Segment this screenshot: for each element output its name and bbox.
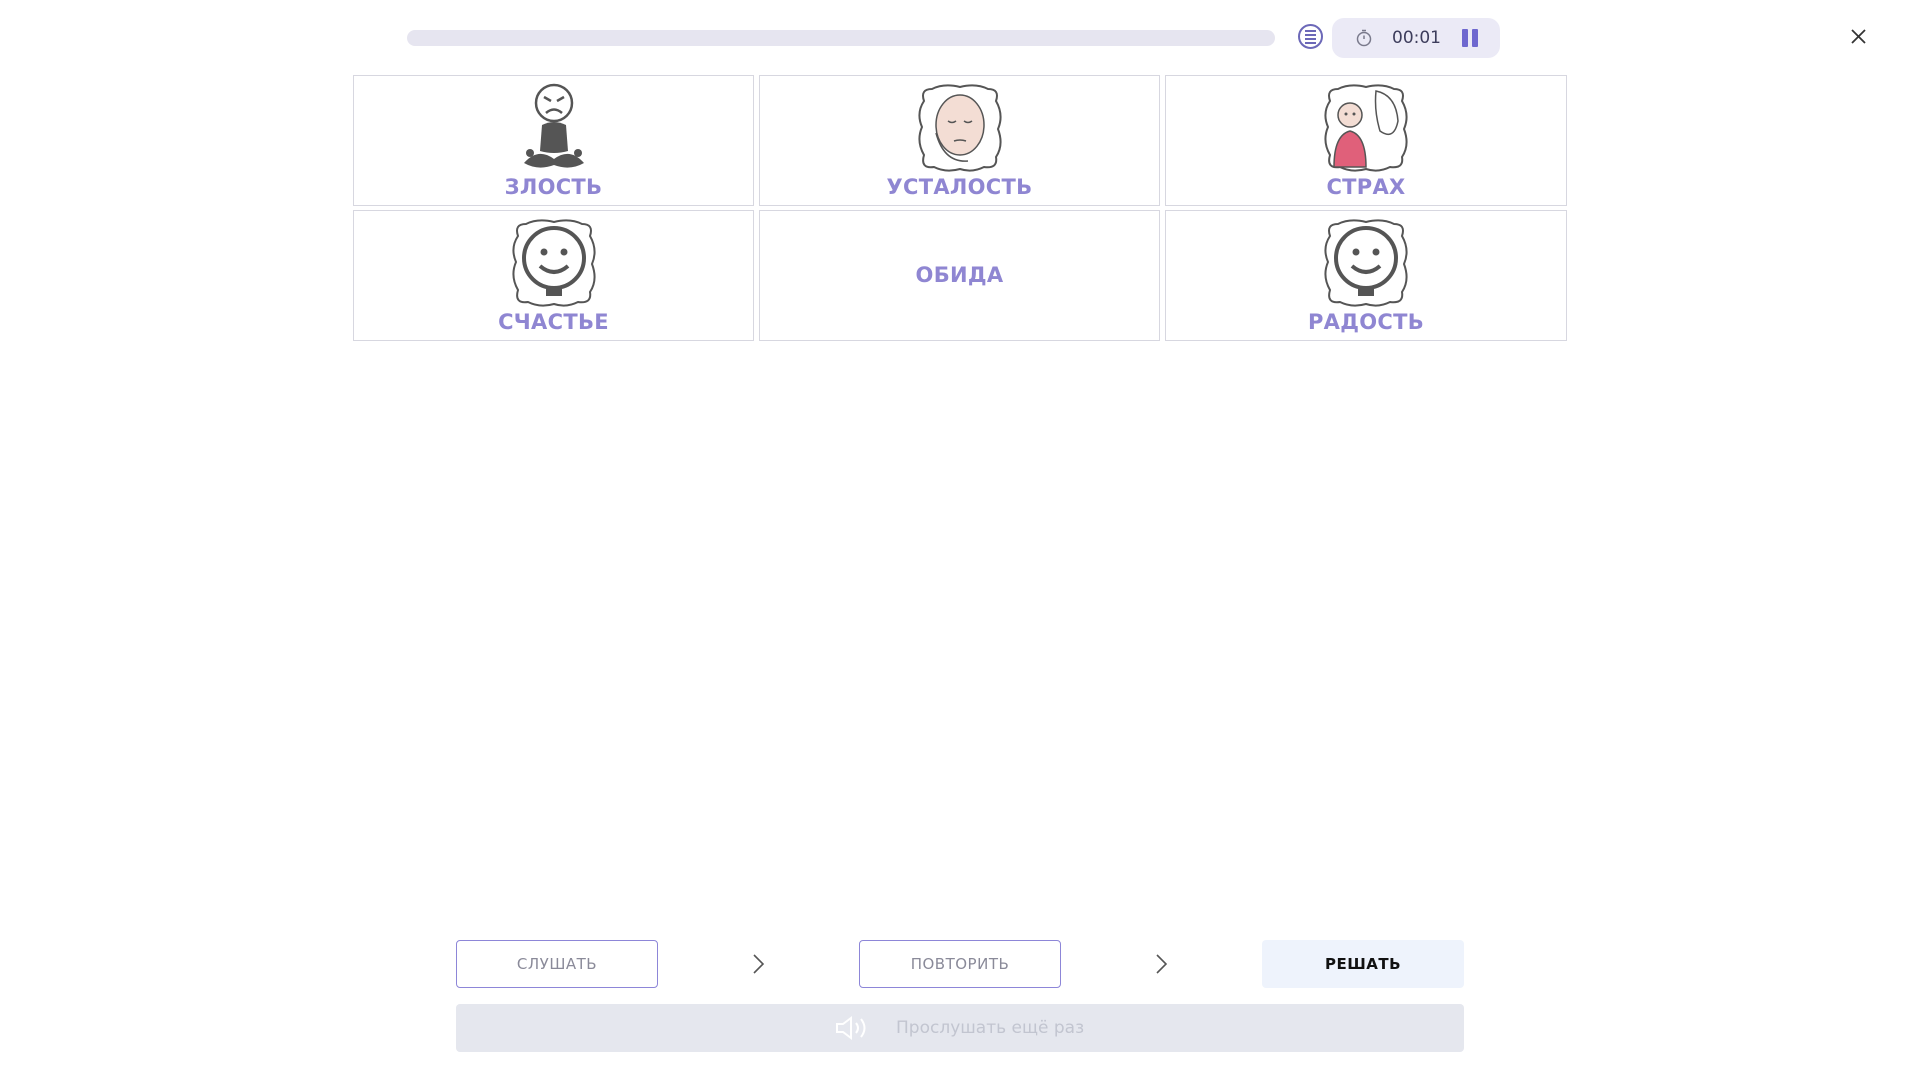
- card-joy[interactable]: РАДОСТЬ: [1165, 210, 1567, 341]
- card-resentment[interactable]: ОБИДА: [759, 210, 1160, 341]
- card-label: УСТАЛОСТЬ: [886, 175, 1033, 199]
- close-icon[interactable]: [1844, 22, 1872, 50]
- answer-grid: ЗЛОСТЬ УСТАЛОСТЬ СТРАХ СЧАСТЬЕ ОБИДА РАД…: [353, 75, 1567, 342]
- speaker-icon: [836, 1016, 866, 1040]
- timer-value: 00:01: [1392, 28, 1441, 48]
- smiley-face-icon: [1324, 219, 1408, 307]
- progress-bar: [407, 30, 1275, 46]
- card-label: СТРАХ: [1326, 175, 1406, 199]
- listen-again-label: Прослушать ещё раз: [896, 1018, 1085, 1038]
- card-label: РАДОСТЬ: [1307, 310, 1425, 334]
- chevron-right-icon: [1156, 954, 1168, 974]
- timer: 00:01: [1332, 18, 1500, 58]
- card-fear[interactable]: СТРАХ: [1165, 75, 1567, 206]
- scared-person-icon: [1324, 84, 1408, 172]
- listen-again-button[interactable]: Прослушать ещё раз: [456, 1004, 1464, 1052]
- smiley-face-icon: [511, 219, 596, 307]
- tired-face-icon: [917, 84, 1002, 172]
- card-label: ЗЛОСТЬ: [504, 175, 603, 199]
- step-navigation: СЛУШАТЬ ПОВТОРИТЬ РЕШАТЬ: [0, 940, 1920, 988]
- top-bar: 00:01: [0, 0, 1920, 75]
- stopwatch-icon: [1356, 29, 1372, 47]
- card-anger[interactable]: ЗЛОСТЬ: [353, 75, 754, 206]
- card-happiness[interactable]: СЧАСТЬЕ: [353, 210, 754, 341]
- task-list-icon[interactable]: [1298, 24, 1323, 49]
- card-label: СЧАСТЬЕ: [498, 310, 609, 334]
- chevron-right-icon: [753, 954, 765, 974]
- angry-person-icon: [523, 83, 584, 168]
- card-label: ОБИДА: [915, 263, 1004, 287]
- solve-button[interactable]: РЕШАТЬ: [1262, 940, 1464, 988]
- pause-icon[interactable]: [1460, 29, 1480, 47]
- repeat-button[interactable]: ПОВТОРИТЬ: [859, 940, 1061, 988]
- card-fatigue[interactable]: УСТАЛОСТЬ: [759, 75, 1160, 206]
- listen-button[interactable]: СЛУШАТЬ: [456, 940, 658, 988]
